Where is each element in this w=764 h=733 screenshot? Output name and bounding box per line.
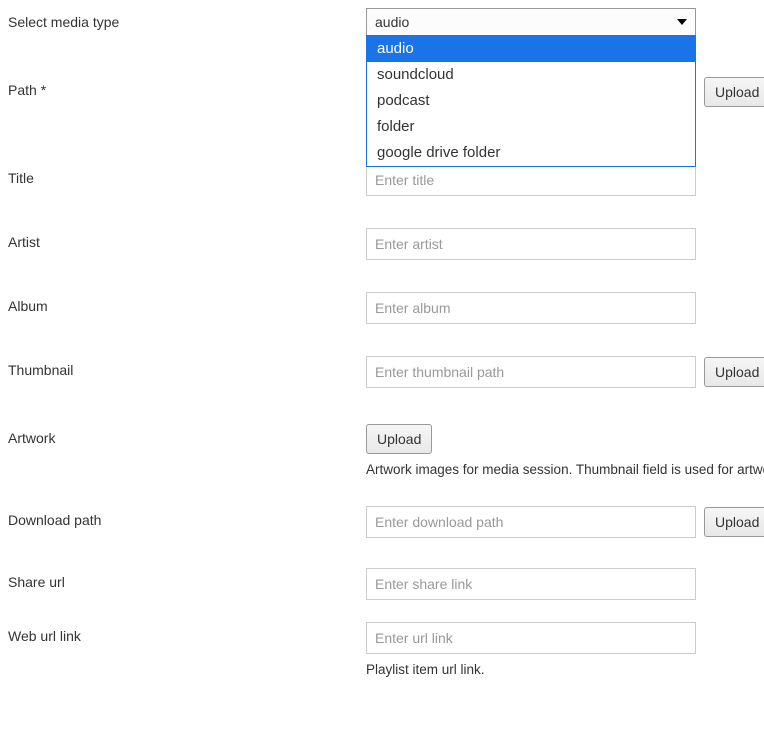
thumbnail-input[interactable] bbox=[366, 356, 696, 388]
artwork-help-text: Artwork images for media session. Thumbn… bbox=[366, 460, 764, 480]
row-media-type: Select media type audio audio soundcloud… bbox=[0, 0, 764, 50]
label-title: Title bbox=[8, 164, 366, 186]
title-input[interactable] bbox=[366, 164, 696, 196]
download-path-input[interactable] bbox=[366, 506, 696, 538]
thumbnail-upload-button[interactable]: Upload bbox=[704, 357, 764, 387]
label-share-url: Share url bbox=[8, 568, 366, 590]
artist-input[interactable] bbox=[366, 228, 696, 260]
path-upload-button[interactable]: Upload bbox=[704, 77, 764, 107]
label-web-url-link: Web url link bbox=[8, 622, 366, 644]
web-url-link-input[interactable] bbox=[366, 622, 696, 654]
media-type-option-soundcloud[interactable]: soundcloud bbox=[367, 62, 695, 88]
label-album: Album bbox=[8, 292, 366, 314]
download-path-upload-button[interactable]: Upload bbox=[704, 507, 764, 537]
album-input[interactable] bbox=[366, 292, 696, 324]
chevron-down-icon bbox=[677, 19, 687, 25]
media-type-selected-value: audio bbox=[375, 14, 409, 30]
media-type-option-podcast[interactable]: podcast bbox=[367, 88, 695, 114]
artwork-upload-button[interactable]: Upload bbox=[366, 424, 432, 454]
label-media-type: Select media type bbox=[8, 8, 366, 30]
label-artwork: Artwork bbox=[8, 424, 366, 446]
row-artist: Artist bbox=[0, 220, 764, 270]
label-thumbnail: Thumbnail bbox=[8, 356, 366, 378]
row-album: Album bbox=[0, 284, 764, 334]
row-artwork: Artwork Upload Artwork images for media … bbox=[0, 416, 764, 488]
label-path: Path * bbox=[8, 76, 366, 98]
label-download-path: Download path bbox=[8, 506, 366, 528]
media-type-dropdown: audio soundcloud podcast folder google d… bbox=[366, 35, 696, 167]
media-type-option-audio[interactable]: audio bbox=[367, 36, 695, 62]
media-type-option-folder[interactable]: folder bbox=[367, 114, 695, 140]
media-type-select[interactable]: audio bbox=[366, 8, 696, 36]
web-url-link-help-text: Playlist item url link. bbox=[366, 660, 764, 680]
row-share-url: Share url bbox=[0, 560, 764, 610]
row-web-url-link: Web url link Playlist item url link. bbox=[0, 614, 764, 688]
row-download-path: Download path Upload bbox=[0, 498, 764, 548]
share-url-input[interactable] bbox=[366, 568, 696, 600]
label-artist: Artist bbox=[8, 228, 366, 250]
row-thumbnail: Thumbnail Upload bbox=[0, 348, 764, 398]
media-type-option-google-drive-folder[interactable]: google drive folder bbox=[367, 140, 695, 166]
media-type-select-wrapper: audio audio soundcloud podcast folder go… bbox=[366, 8, 696, 36]
